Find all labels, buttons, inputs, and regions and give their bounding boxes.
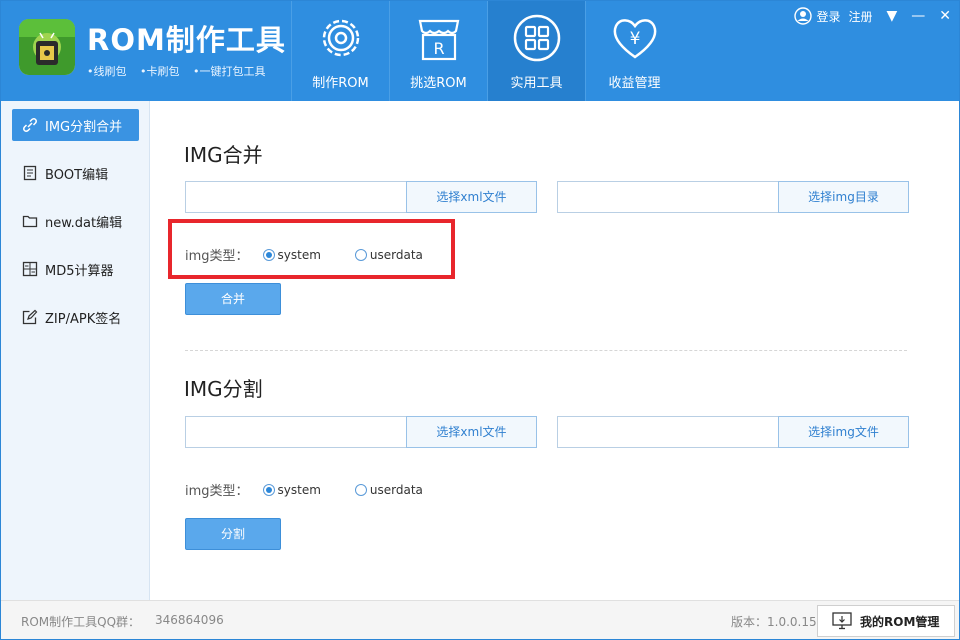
calculator-icon (22, 261, 38, 277)
sidebar-item-md5[interactable]: MD5计算器 (12, 253, 139, 285)
nav-label: 实用工具 (510, 76, 563, 91)
sidebar-item-label: IMG分割合并 (45, 119, 123, 135)
user-icon (794, 7, 813, 25)
radio-label: system (277, 482, 321, 497)
minimize-icon[interactable]: — (911, 8, 925, 24)
nav-pick-rom[interactable]: R 挑选ROM (389, 1, 487, 101)
split-select-xml-button[interactable]: 选择xml文件 (406, 416, 537, 448)
folder-icon (22, 213, 38, 229)
radio-unchecked-icon (354, 483, 367, 496)
nav-tools[interactable]: 实用工具 (487, 1, 585, 101)
login-link[interactable]: 登录 (816, 8, 840, 25)
qq-group-label: ROM制作工具QQ群： (21, 615, 141, 629)
qq-group-number: 346864096 (155, 613, 224, 627)
subtitle-item: •一键打包工具 (193, 65, 266, 78)
split-select-img-button[interactable]: 选择img文件 (778, 416, 909, 448)
store-icon: R (418, 19, 460, 61)
split-xml-input[interactable] (185, 416, 407, 448)
version-text: 版本：1.0.0.15 (731, 615, 817, 629)
status-bar: ROM制作工具QQ群： 346864096 版本：1.0.0.15 我的ROM管… (1, 600, 959, 639)
split-type-row: img类型： system userdata (185, 480, 457, 500)
yen-heart-icon: ¥ (613, 19, 657, 59)
merge-select-xml-button[interactable]: 选择xml文件 (406, 181, 537, 213)
dropdown-icon[interactable]: ▼ (886, 8, 897, 24)
nav-label: 挑选ROM (410, 76, 467, 91)
sidebar-item-label: BOOT编辑 (45, 167, 109, 183)
split-img-input[interactable] (557, 416, 779, 448)
sidebar-item-img-split-merge[interactable]: IMG分割合并 (12, 109, 139, 141)
my-rom-manager-button[interactable]: 我的ROM管理 (817, 605, 955, 637)
sidebar-item-label: MD5计算器 (45, 263, 114, 279)
subtitle-item: •卡刷包 (140, 65, 180, 78)
nav-make-rom[interactable]: 制作ROM (291, 1, 389, 101)
document-icon (22, 165, 38, 181)
radio-label: userdata (369, 482, 423, 497)
highlight-box (168, 219, 455, 279)
merge-xml-input[interactable] (185, 181, 407, 213)
merge-button[interactable]: 合并 (185, 283, 281, 315)
split-button[interactable]: 分割 (185, 518, 281, 550)
sidebar-item-boot-edit[interactable]: BOOT编辑 (12, 157, 139, 189)
register-link[interactable]: 注册 (848, 8, 872, 25)
top-nav: 制作ROM R 挑选ROM 实用工具 ¥ 收益管理 (291, 1, 683, 101)
nav-income[interactable]: ¥ 收益管理 (585, 1, 683, 101)
gear-icon (322, 19, 360, 57)
manager-button-label: 我的ROM管理 (860, 614, 940, 629)
header-bar: ROM制作工具 •线刷包 •卡刷包 •一键打包工具 制作ROM R 挑选ROM … (1, 1, 959, 101)
radio-checked-icon (262, 483, 275, 496)
merge-section-title: IMG合并 (184, 143, 263, 167)
sidebar-item-zip-sign[interactable]: ZIP/APK签名 (12, 301, 139, 333)
grid-icon (513, 14, 561, 62)
sidebar: IMG分割合并 BOOT编辑 new.dat编辑 MD5计算器 ZIP/APK签… (1, 101, 150, 600)
section-divider (185, 350, 907, 351)
edit-icon (22, 309, 38, 325)
link-icon (22, 117, 38, 133)
sidebar-item-newdat-edit[interactable]: new.dat编辑 (12, 205, 139, 237)
user-area: 登录 注册 ▼ — ✕ (794, 7, 951, 25)
split-radio-userdata[interactable]: userdata (354, 482, 423, 497)
sidebar-item-label: ZIP/APK签名 (45, 311, 122, 327)
subtitle-item: •线刷包 (87, 65, 127, 78)
app-logo (19, 19, 75, 75)
app-title: ROM制作工具 (87, 23, 286, 57)
split-radio-system[interactable]: system (262, 482, 321, 497)
svg-text:R: R (433, 39, 444, 58)
split-type-label: img类型： (185, 484, 249, 499)
svg-text:¥: ¥ (630, 29, 641, 49)
merge-select-img-dir-button[interactable]: 选择img目录 (778, 181, 909, 213)
app-subtitle: •线刷包 •卡刷包 •一键打包工具 (87, 63, 276, 79)
nav-label: 收益管理 (608, 76, 661, 91)
merge-img-dir-input[interactable] (557, 181, 779, 213)
app-window: ROM制作工具 •线刷包 •卡刷包 •一键打包工具 制作ROM R 挑选ROM … (0, 0, 960, 640)
sidebar-item-label: new.dat编辑 (45, 215, 123, 231)
monitor-icon (832, 612, 852, 630)
nav-label: 制作ROM (312, 76, 369, 91)
split-section-title: IMG分割 (184, 377, 263, 401)
close-icon[interactable]: ✕ (939, 8, 951, 24)
